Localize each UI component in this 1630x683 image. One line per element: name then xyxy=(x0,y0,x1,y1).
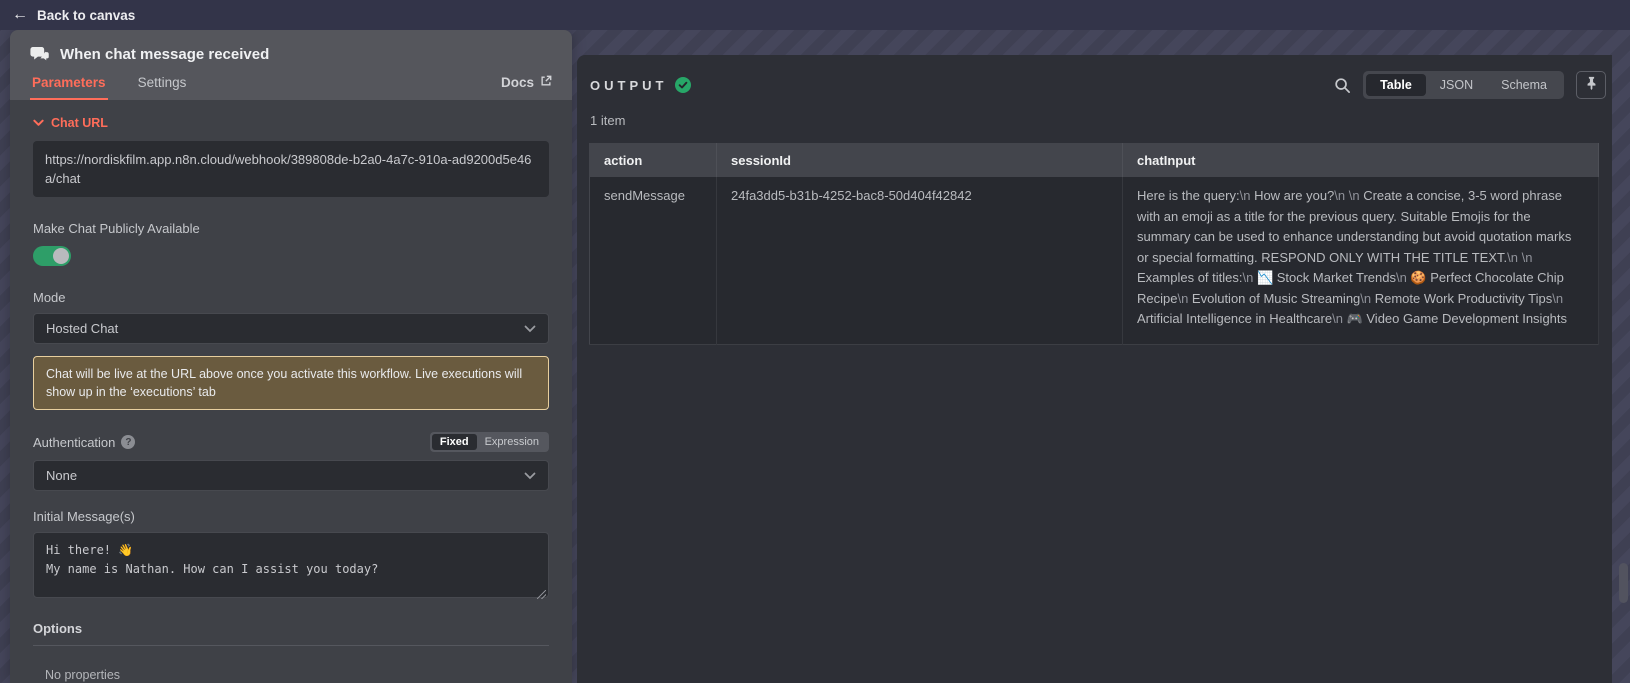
chevron-down-icon xyxy=(33,119,44,127)
output-panel: OUTPUT Table JSON Schema 1 item action s… xyxy=(577,55,1612,683)
column-header-chatinput[interactable]: chatInput xyxy=(1122,143,1599,177)
items-count: 1 item xyxy=(590,113,626,128)
chat-url-value[interactable]: https://nordiskfilm.app.n8n.cloud/webhoo… xyxy=(33,141,549,197)
output-view-toggle: Table JSON Schema xyxy=(1363,71,1564,99)
search-icon[interactable] xyxy=(1334,77,1351,94)
table-header-row: action sessionId chatInput xyxy=(589,143,1599,177)
table-row: sendMessage 24fa3dd5-b31b-4252-bac8-50d4… xyxy=(589,177,1599,344)
authentication-select[interactable]: None xyxy=(33,460,549,491)
initial-messages-label: Initial Message(s) xyxy=(33,509,135,524)
mode-label: Mode xyxy=(33,290,66,305)
activation-notice: Chat will be live at the URL above once … xyxy=(33,356,549,410)
node-title: When chat message received xyxy=(60,46,270,63)
back-to-canvas-button[interactable]: ← Back to canvas xyxy=(12,7,135,23)
column-header-sessionid[interactable]: sessionId xyxy=(716,143,1123,177)
top-bar: ← Back to canvas xyxy=(0,0,1630,30)
options-divider xyxy=(33,645,549,646)
mode-value: Hosted Chat xyxy=(46,321,119,336)
chat-url-collapse-header[interactable]: Chat URL xyxy=(33,116,549,130)
chevron-down-icon xyxy=(524,325,536,333)
mode-select[interactable]: Hosted Chat xyxy=(33,313,549,344)
expression-option[interactable]: Expression xyxy=(477,434,547,450)
authentication-value: None xyxy=(46,468,78,483)
options-empty-text: No properties xyxy=(45,668,121,682)
docs-link[interactable]: Docs xyxy=(501,75,552,100)
toggle-knob xyxy=(53,248,69,264)
fixed-expression-toggle: Fixed Expression xyxy=(429,432,549,452)
node-panel-header: When chat message received Parameters Se… xyxy=(10,30,572,100)
column-header-action[interactable]: action xyxy=(589,143,717,177)
pin-data-button[interactable] xyxy=(1576,71,1606,99)
pin-icon xyxy=(1585,76,1598,95)
arrow-left-icon: ← xyxy=(12,6,28,23)
output-table: action sessionId chatInput sendMessage 2… xyxy=(589,143,1599,345)
chevron-down-icon xyxy=(524,472,536,480)
vertical-scrollbar-thumb[interactable] xyxy=(1619,563,1628,603)
fixed-option[interactable]: Fixed xyxy=(431,434,477,450)
public-available-label: Make Chat Publicly Available xyxy=(33,221,200,236)
node-details-panel: When chat message received Parameters Se… xyxy=(10,30,572,683)
chat-bubbles-icon xyxy=(30,46,50,63)
view-tab-json[interactable]: JSON xyxy=(1426,74,1487,96)
parameters-body: Chat URL https://nordiskfilm.app.n8n.clo… xyxy=(10,100,572,683)
textarea-resize-handle[interactable] xyxy=(537,590,546,599)
tab-parameters[interactable]: Parameters xyxy=(30,75,108,100)
tab-settings[interactable]: Settings xyxy=(136,75,189,100)
back-to-canvas-label: Back to canvas xyxy=(37,7,136,23)
success-check-icon xyxy=(675,77,692,93)
output-title: OUTPUT xyxy=(590,77,668,93)
docs-label: Docs xyxy=(500,75,534,90)
cell-chatinput[interactable]: Here is the query:\n How are you?\n \n C… xyxy=(1122,177,1599,344)
external-link-icon xyxy=(540,75,552,90)
public-available-toggle[interactable] xyxy=(33,246,71,266)
initial-messages-input[interactable]: Hi there! 👋 My name is Nathan. How can I… xyxy=(33,532,549,598)
view-tab-schema[interactable]: Schema xyxy=(1487,74,1561,96)
cell-action[interactable]: sendMessage xyxy=(589,177,717,344)
options-label: Options xyxy=(33,621,83,636)
view-tab-table[interactable]: Table xyxy=(1366,74,1426,96)
help-icon[interactable]: ? xyxy=(121,435,136,449)
cell-sessionid[interactable]: 24fa3dd5-b31b-4252-bac8-50d404f42842 xyxy=(716,177,1123,344)
chat-url-label: Chat URL xyxy=(51,116,108,130)
authentication-label: Authentication xyxy=(33,434,116,450)
